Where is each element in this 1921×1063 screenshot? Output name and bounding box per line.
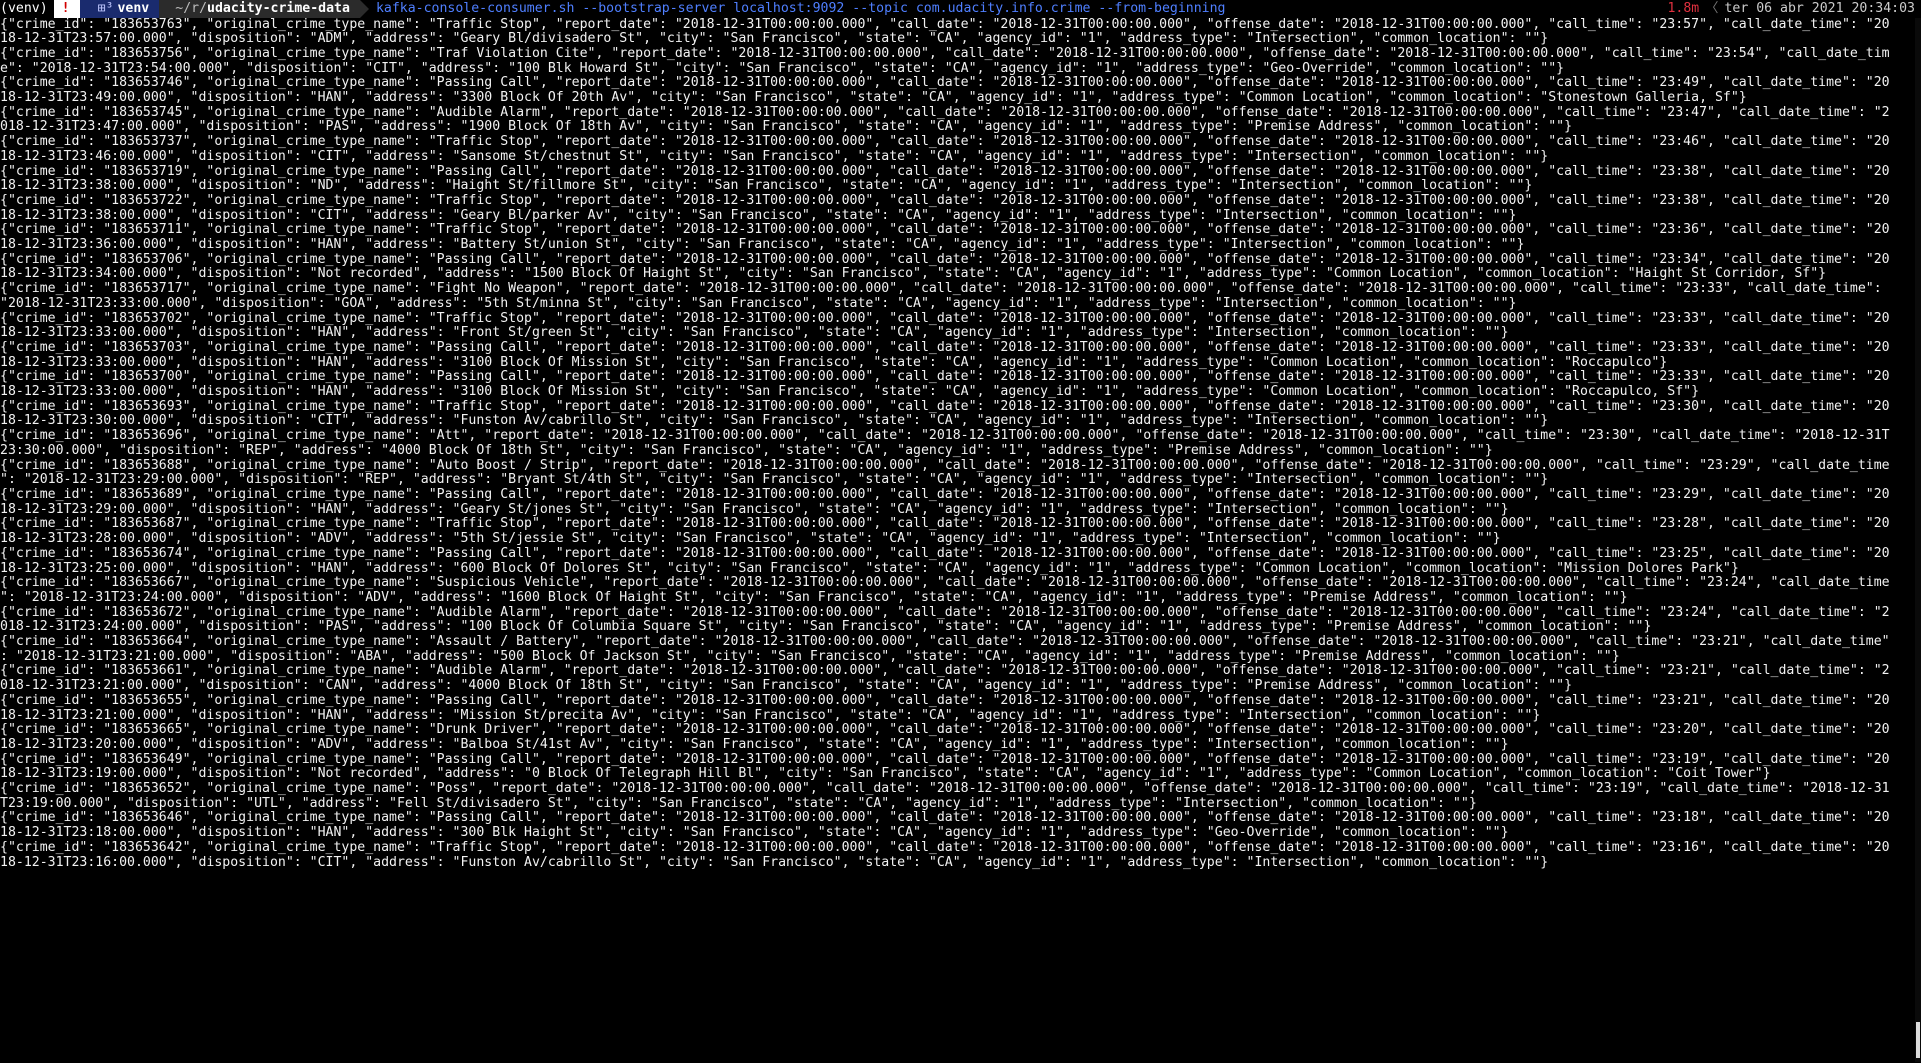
output-line: {"crime_id": "183653667", "original_crim… — [0, 575, 1890, 591]
output-line: 18-12-31T23:57:00.000", "disposition": "… — [0, 31, 1549, 47]
output-line: {"crime_id": "183653706", "original_crim… — [0, 251, 1890, 267]
python-env-segment: ⊞³ venv — [79, 0, 168, 18]
venv-name: venv — [117, 1, 150, 16]
output-line: {"crime_id": "183653696", "original_crim… — [0, 428, 1890, 444]
output-line: {"crime_id": "183653688", "original_crim… — [0, 457, 1890, 473]
output-line: 018-12-31T23:24:00.000", "disposition": … — [0, 619, 1652, 635]
command-text[interactable]: kafka-console-consumer.sh --bootstrap-se… — [360, 0, 1226, 18]
output-line: 18-12-31T23:36:00.000", "disposition": "… — [0, 237, 1525, 253]
output-line: {"crime_id": "183653687", "original_crim… — [0, 516, 1890, 532]
output-line: 18-12-31T23:20:00.000", "disposition": "… — [0, 736, 1509, 752]
output-line: {"crime_id": "183653719", "original_crim… — [0, 163, 1890, 179]
output-line: {"crime_id": "183653642", "original_crim… — [0, 839, 1890, 855]
output-line: {"crime_id": "183653700", "original_crim… — [0, 369, 1890, 385]
output-line: ": "2018-12-31T23:29:00.000", "dispositi… — [0, 472, 1549, 488]
output-line: 18-12-31T23:34:00.000", "disposition": "… — [0, 266, 1827, 282]
output-line: {"crime_id": "183653745", "original_crim… — [0, 104, 1890, 120]
output-line: 18-12-31T23:28:00.000", "disposition": "… — [0, 531, 1501, 547]
output-line: {"crime_id": "183653674", "original_crim… — [0, 545, 1890, 561]
output-line: 18-12-31T23:46:00.000", "disposition": "… — [0, 148, 1549, 164]
output-line: {"crime_id": "183653711", "original_crim… — [0, 222, 1890, 238]
output-line: {"crime_id": "183653672", "original_crim… — [0, 604, 1890, 620]
python-icon: ⊞³ — [97, 1, 114, 16]
output-line: 018-12-31T23:21:00.000", "disposition": … — [0, 678, 1573, 694]
output-line: {"crime_id": "183653703", "original_crim… — [0, 339, 1890, 355]
venv-indicator: (venv) — [0, 1, 48, 16]
error-status-icon: ! — [53, 0, 89, 18]
output-line: 18-12-31T23:33:00.000", "disposition": "… — [0, 384, 1700, 400]
output-line: 18-12-31T23:29:00.000", "disposition": "… — [0, 501, 1509, 517]
output-line: 018-12-31T23:47:00.000", "disposition": … — [0, 119, 1573, 135]
output-line: 18-12-31T23:30:00.000", "disposition": "… — [0, 413, 1549, 429]
output-line: {"crime_id": "183653689", "original_crim… — [0, 487, 1890, 502]
output-line: {"crime_id": "183653702", "original_crim… — [0, 310, 1890, 326]
command-duration: 1.8m — [1667, 1, 1700, 16]
output-line: 18-12-31T23:21:00.000", "disposition": "… — [0, 707, 1541, 723]
scrollbar-thumb[interactable] — [1916, 1022, 1920, 1058]
output-line: {"crime_id": "183653665", "original_crim… — [0, 722, 1890, 738]
output-line: {"crime_id": "183653746", "original_crim… — [0, 75, 1890, 91]
output-line: {"crime_id": "183653661", "original_crim… — [0, 663, 1890, 679]
terminal-scrollbar[interactable] — [1915, 18, 1921, 1062]
output-line: 18-12-31T23:38:00.000", "disposition": "… — [0, 207, 1517, 223]
shell-prompt: (venv)! ⊞³ venv ~/r/udacity-crime-data kafka… — [0, 0, 1921, 18]
output-line: 18-12-31T23:19:00.000", "disposition": "… — [0, 766, 1771, 782]
output-line: {"crime_id": "183653756", "original_crim… — [0, 45, 1890, 61]
output-line: {"crime_id": "183653717", "original_crim… — [0, 281, 1882, 297]
directory-name: udacity-crime-data — [207, 1, 350, 16]
terminal-output[interactable]: {"crime_id": "183653763", "original_crim… — [0, 18, 1910, 1063]
output-line: {"crime_id": "183653652", "original_crim… — [0, 781, 1890, 797]
output-line: ": "2018-12-31T23:24:00.000", "dispositi… — [0, 589, 1628, 605]
chevron-left-icon: 〈 — [1705, 1, 1719, 16]
prompt-datetime: ter 06 abr 2021 20:34:03 — [1724, 1, 1915, 16]
prompt-right-status: 1.8m 〈 ter 06 abr 2021 20:34:03 — [1667, 0, 1915, 18]
current-directory: ~/r/udacity-crime-data — [159, 0, 369, 18]
output-line: {"crime_id": "183653664", "original_crim… — [0, 634, 1890, 650]
output-line: {"crime_id": "183653722", "original_crim… — [0, 192, 1890, 208]
directory-prefix: ~/r/ — [175, 1, 208, 16]
output-line: {"crime_id": "183653646", "original_crim… — [0, 810, 1890, 826]
output-line: 18-12-31T23:38:00.000", "disposition": "… — [0, 178, 1533, 194]
output-line: {"crime_id": "183653649", "original_crim… — [0, 751, 1890, 767]
output-line: e": "2018-12-31T23:54:00.000", "disposit… — [0, 60, 1565, 76]
output-line: {"crime_id": "183653737", "original_crim… — [0, 134, 1890, 150]
output-line: {"crime_id": "183653693", "original_crim… — [0, 398, 1890, 414]
output-line: 18-12-31T23:33:00.000", "disposition": "… — [0, 354, 1668, 370]
output-line: "2018-12-31T23:33:00.000", "disposition"… — [0, 295, 1517, 311]
output-line: 18-12-31T23:18:00.000", "disposition": "… — [0, 825, 1509, 841]
output-line: T23:19:00.000", "disposition": "UTL", "a… — [0, 795, 1477, 811]
output-line: 18-12-31T23:49:00.000", "disposition": "… — [0, 90, 1747, 106]
output-line: {"crime_id": "183653655", "original_crim… — [0, 692, 1890, 708]
output-line: : "2018-12-31T23:21:00.000", "dispositio… — [0, 648, 1620, 664]
output-line: 18-12-31T23:33:00.000", "disposition": "… — [0, 325, 1509, 341]
output-line: 23:30:00.000", "disposition": "REP", "ad… — [0, 442, 1493, 458]
output-line: 18-12-31T23:25:00.000", "disposition": "… — [0, 560, 1739, 576]
output-line: 18-12-31T23:16:00.000", "disposition": "… — [0, 854, 1549, 870]
output-line: {"crime_id": "183653763", "original_crim… — [0, 17, 1890, 32]
